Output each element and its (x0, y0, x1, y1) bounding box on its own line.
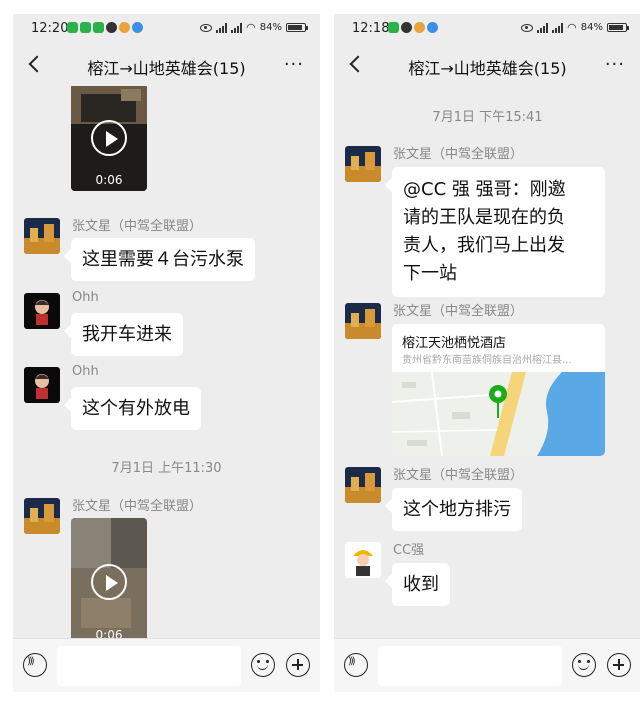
wifi-icon: ◠ (567, 21, 577, 34)
message-bubble[interactable]: 这个有外放电 (71, 387, 201, 430)
message-bubble[interactable]: @CC 强 强哥：刚邀 请的王队是现在的负 责人，我们马上出发 下一站 (392, 167, 605, 297)
video-message[interactable]: 0:06 (71, 86, 147, 191)
emoji-icon[interactable] (572, 653, 596, 677)
location-name: 榕江天池栖悦酒店 (402, 336, 507, 351)
browser-icon (132, 22, 143, 33)
message-text: 这个地方排污 (403, 499, 511, 520)
video-duration: 0:06 (95, 173, 123, 187)
message-list[interactable]: 7月1日 下午15:41 张文星（中驾全联盟） @CC 强 强哥：刚邀 请的王队… (334, 86, 640, 638)
wechat-icon (93, 22, 104, 33)
sender-name: 张文星（中驾全联盟） (393, 147, 524, 162)
avatar[interactable] (24, 367, 60, 403)
wechat-icon (67, 22, 78, 33)
wechat-icon (388, 22, 399, 33)
system-icons: ◠ 84% (200, 21, 308, 34)
status-bar: 12:18 ◠ 84% (334, 14, 640, 44)
avatar[interactable] (24, 218, 60, 254)
avatar[interactable] (345, 303, 381, 339)
battery-icon (607, 23, 629, 32)
input-bar (13, 638, 320, 692)
message-input[interactable] (378, 646, 562, 686)
chat-title: 榕江→山地英雄会(15) (87, 59, 246, 78)
battery-icon (286, 23, 308, 32)
plus-icon[interactable] (607, 653, 631, 677)
sender-name: Ohh (72, 290, 99, 305)
message-bubble[interactable]: 这个地方排污 (392, 488, 522, 531)
battery-percent: 84% (259, 22, 282, 33)
signal-icon (216, 22, 228, 33)
signal-icon (537, 22, 549, 33)
eye-icon (200, 23, 213, 32)
sender-name: 张文星（中驾全联盟） (72, 219, 203, 234)
avatar[interactable] (345, 467, 381, 503)
more-icon[interactable]: ··· (605, 54, 625, 75)
message-text: 收到 (403, 574, 439, 595)
message-text: 这个有外放电 (82, 398, 190, 419)
play-icon[interactable] (91, 564, 127, 600)
input-bar (334, 638, 640, 692)
sender-name: 张文星（中驾全联盟） (393, 468, 524, 483)
map-pin-icon (489, 385, 507, 418)
message-line: @CC 强 强哥：刚邀 (403, 179, 566, 200)
voice-icon[interactable] (23, 653, 47, 677)
status-time: 12:20 (31, 21, 69, 36)
system-icons: ◠ 84% (521, 21, 629, 34)
qq-icon (401, 22, 412, 33)
message-list[interactable]: 0:06 张文星（中驾全联盟） 这里需要４台污水泵 Ohh 我开车进来 Ohh … (13, 86, 320, 638)
chat-header: 榕江→山地英雄会(15) ··· (334, 44, 640, 86)
video-duration: 0:06 (95, 628, 123, 638)
sender-name: CC强 (393, 543, 425, 558)
message-bubble[interactable]: 我开车进来 (71, 313, 183, 356)
play-icon[interactable] (91, 119, 127, 156)
browser-icon (427, 22, 438, 33)
sender-name: Ohh (72, 364, 99, 379)
voice-icon[interactable] (344, 653, 368, 677)
signal-icon (552, 22, 564, 33)
message-bubble[interactable]: 收到 (392, 563, 450, 606)
chat-title: 榕江→山地英雄会(15) (408, 59, 567, 78)
eye-icon (521, 23, 534, 32)
status-bar: 12:20 ◠ 84% (13, 14, 320, 44)
chat-header: 榕江→山地英雄会(15) ··· (13, 44, 320, 86)
more-icon[interactable]: ··· (284, 54, 304, 75)
message-line: 请的王队是现在的负 (403, 207, 565, 228)
message-text: 这里需要４台污水泵 (82, 249, 244, 270)
notification-icons (388, 22, 438, 33)
location-address: 贵州省黔东南苗族侗族自治州榕江县... (402, 355, 572, 366)
message-line: 责人，我们马上出发 (403, 235, 565, 256)
message-line: 下一站 (403, 263, 457, 284)
timestamp: 7月1日 下午15:41 (432, 110, 543, 125)
video-message[interactable]: 0:06 (71, 518, 147, 638)
weibo-icon (414, 22, 425, 33)
avatar[interactable] (24, 498, 60, 534)
avatar[interactable] (24, 293, 60, 329)
status-time: 12:18 (352, 21, 390, 36)
plus-icon[interactable] (286, 653, 310, 677)
emoji-icon[interactable] (251, 653, 275, 677)
avatar[interactable] (345, 542, 381, 578)
message-bubble[interactable]: 这里需要４台污水泵 (71, 238, 255, 281)
wechat-icon (80, 22, 91, 33)
avatar[interactable] (345, 146, 381, 182)
wifi-icon: ◠ (246, 21, 256, 34)
timestamp: 7月1日 上午11:30 (111, 461, 222, 476)
notification-icons (67, 22, 143, 33)
signal-icon (231, 22, 243, 33)
location-card[interactable]: 榕江天池栖悦酒店 贵州省黔东南苗族侗族自治州榕江县... (392, 324, 605, 456)
weibo-icon (119, 22, 130, 33)
chat-screen-right: 12:18 ◠ 84% 榕江→山地英雄会(15) ··· 7月1日 下午15:4… (334, 14, 640, 692)
message-input[interactable] (57, 646, 241, 686)
chat-screen-left: 12:20 ◠ 84% 榕江→山地英雄会(15) ··· 0:06 张文星（中驾… (13, 14, 320, 692)
battery-percent: 84% (580, 22, 603, 33)
sender-name: 张文星（中驾全联盟） (393, 304, 524, 319)
message-text: 我开车进来 (82, 324, 172, 345)
qq-icon (106, 22, 117, 33)
sender-name: 张文星（中驾全联盟） (72, 499, 203, 514)
